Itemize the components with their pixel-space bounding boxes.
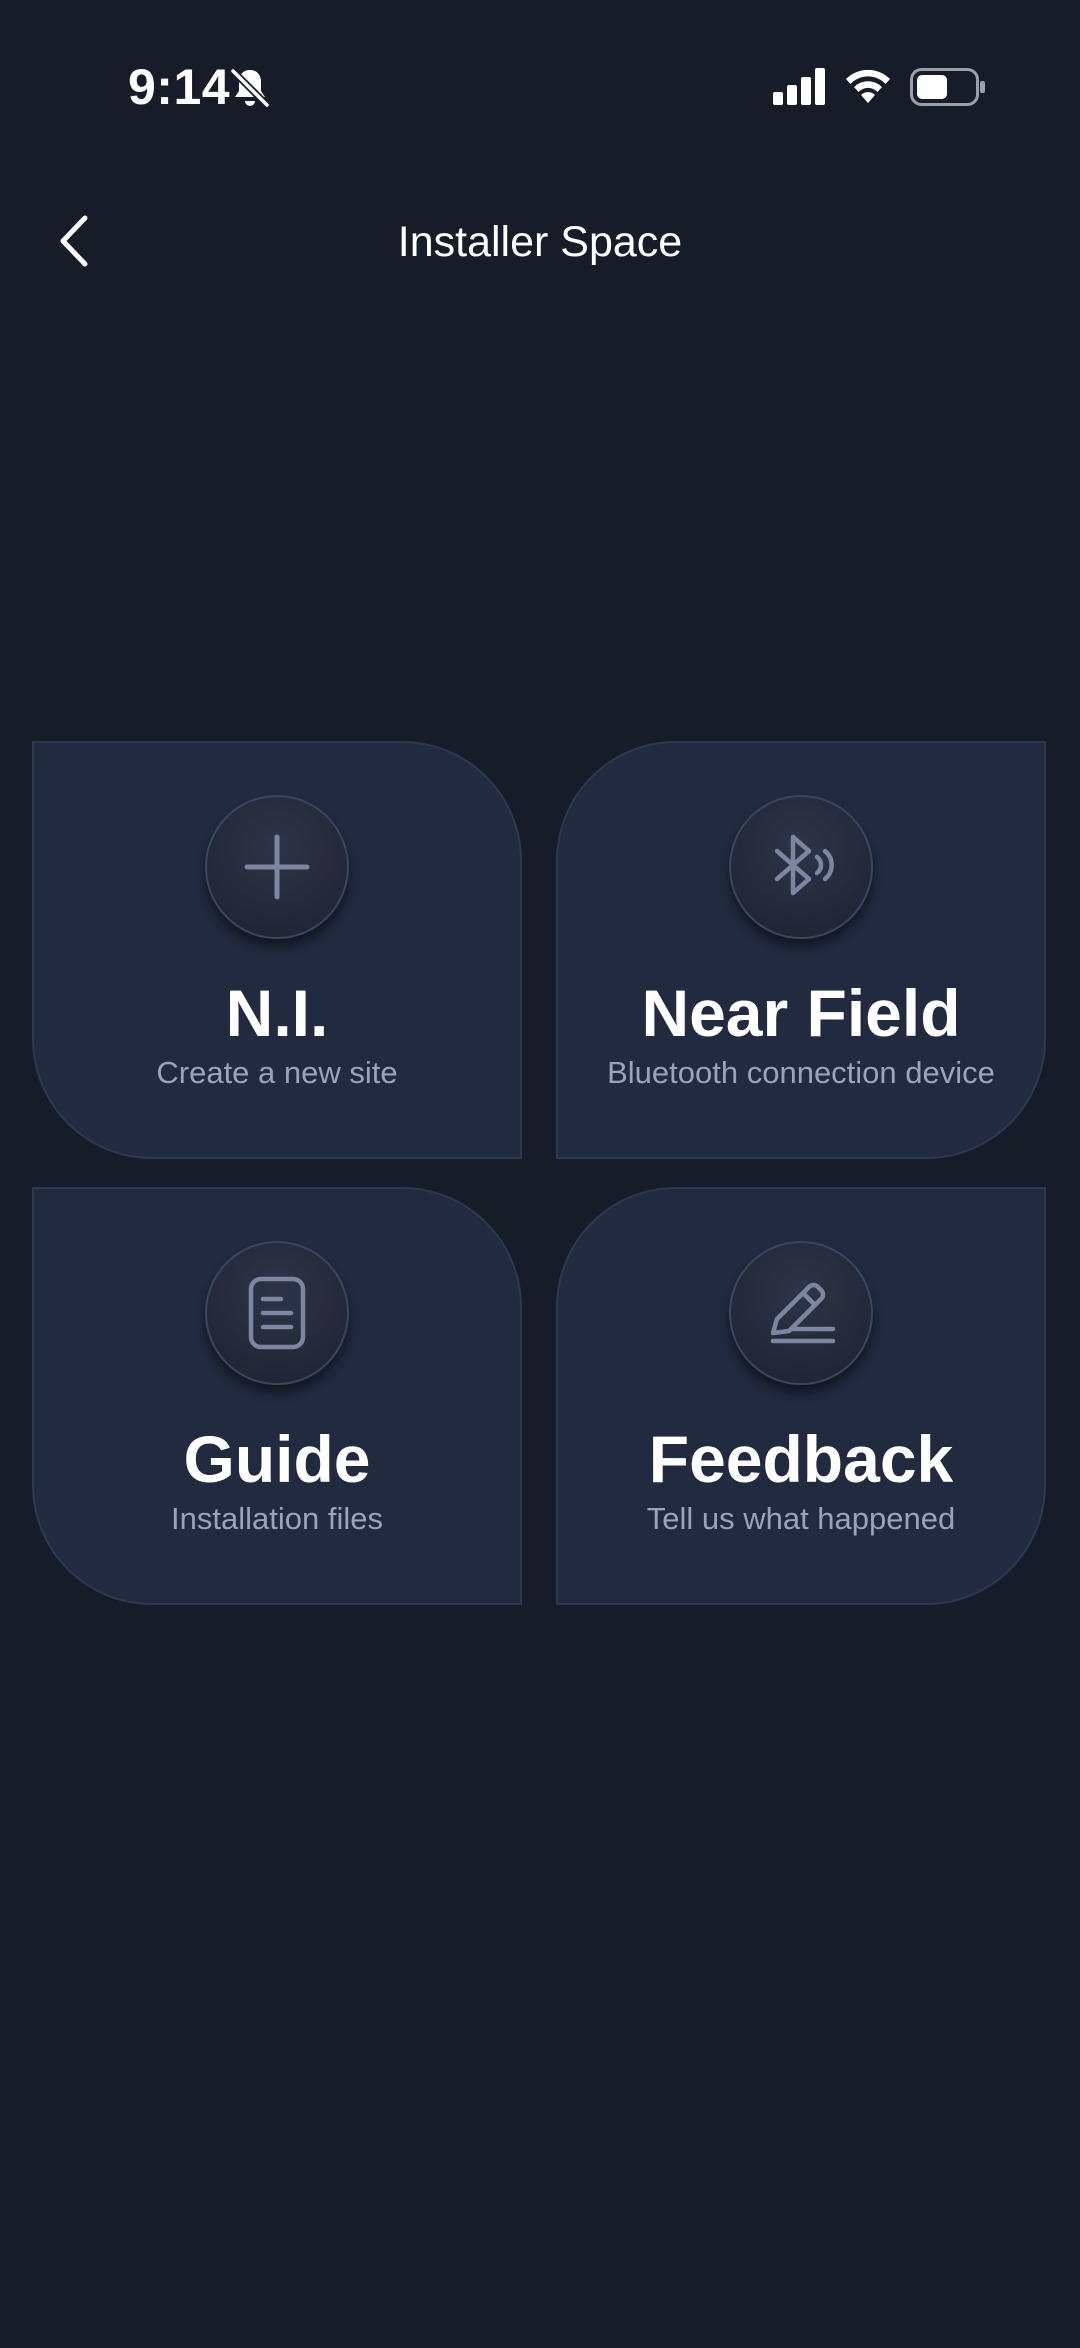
card-guide[interactable]: Guide Installation files	[32, 1187, 522, 1605]
status-bar: 9:14	[0, 0, 1080, 180]
card-title: Near Field	[641, 976, 961, 1050]
card-subtitle: Installation files	[171, 1501, 383, 1536]
card-icon-circle	[205, 1241, 349, 1385]
wifi-icon	[846, 69, 890, 103]
card-icon-circle	[729, 795, 873, 939]
status-time: 9:14	[128, 59, 231, 115]
plus-icon	[244, 834, 310, 900]
battery-icon	[910, 68, 985, 106]
card-subtitle: Bluetooth connection device	[607, 1055, 995, 1090]
card-title: Feedback	[648, 1422, 954, 1496]
bell-muted-icon	[229, 67, 271, 109]
document-icon	[248, 1276, 306, 1350]
card-icon-circle	[205, 795, 349, 939]
card-subtitle: Tell us what happened	[646, 1501, 956, 1536]
card-subtitle: Create a new site	[156, 1055, 398, 1090]
installer-space-screen: 9:14 Installer Space N.I. Create a new s…	[0, 0, 1080, 2348]
page-title: Installer Space	[397, 218, 683, 266]
card-icon-circle	[729, 1241, 873, 1385]
card-near-field[interactable]: Near Field Bluetooth connection device	[556, 741, 1046, 1159]
cellular-signal-icon	[773, 68, 825, 105]
card-title: N.I.	[225, 976, 329, 1050]
card-feedback[interactable]: Feedback Tell us what happened	[556, 1187, 1046, 1605]
card-title: Guide	[183, 1422, 371, 1496]
card-new-installation[interactable]: N.I. Create a new site	[32, 741, 522, 1159]
pencil-icon	[770, 1282, 836, 1344]
bluetooth-icon	[774, 834, 834, 896]
